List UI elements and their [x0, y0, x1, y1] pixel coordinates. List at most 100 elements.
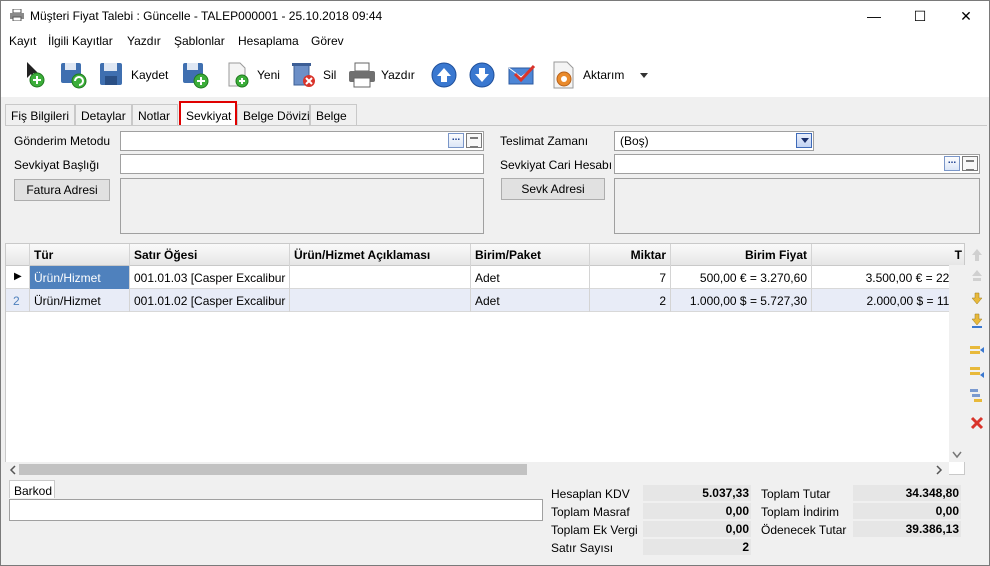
gonderim-metodu-input[interactable] — [120, 131, 484, 151]
header-birim-paket[interactable]: Birim/Paket — [471, 244, 590, 266]
chevron-left-icon[interactable] — [7, 464, 19, 476]
delete-button[interactable]: Sil — [289, 59, 336, 91]
close-button[interactable]: ✕ — [943, 1, 989, 31]
cell-miktar[interactable]: 7 — [590, 266, 671, 289]
header-miktar[interactable]: Miktar — [590, 244, 671, 266]
line-items-grid: Tür Satır Öğesi Ürün/Hizmet Açıklaması B… — [5, 243, 965, 475]
toplam-ek-vergi-label: Toplam Ek Vergi — [551, 523, 638, 537]
header-satir-ogesi[interactable]: Satır Öğesi — [130, 244, 290, 266]
toplam-masraf-label: Toplam Masraf — [551, 505, 630, 519]
chevron-right-icon[interactable] — [933, 464, 945, 476]
save-button[interactable]: Kaydet — [97, 59, 168, 91]
hesaplan-kdv-label: Hesaplan KDV — [551, 487, 630, 501]
move-down-button[interactable] — [467, 59, 497, 91]
menu-gorev[interactable]: Görev — [311, 34, 344, 48]
gonderim-metodu-detail-icon[interactable] — [466, 133, 482, 148]
transfer-button[interactable]: Aktarım — [549, 59, 624, 91]
maximize-button[interactable]: ☐ — [897, 1, 943, 31]
fatura-adresi-button[interactable]: Fatura Adresi — [14, 179, 110, 201]
delete-row-icon[interactable] — [969, 415, 985, 431]
cell-miktar[interactable]: 2 — [590, 289, 671, 312]
sevkiyat-cari-hesabi-input[interactable] — [614, 154, 980, 174]
move-bottom-icon[interactable] — [969, 313, 985, 329]
copy-row-icon[interactable] — [969, 387, 985, 403]
cell-birim-fiyat[interactable]: 500,00 € = 3.270,60 — [671, 266, 812, 289]
save-icon — [100, 63, 122, 85]
cursor-add-icon — [27, 62, 45, 88]
move-top-icon[interactable] — [969, 247, 985, 263]
minimize-button[interactable]: — — [851, 1, 897, 31]
grid-header: Tür Satır Öğesi Ürün/Hizmet Açıklaması B… — [6, 244, 964, 266]
sevkiyat-cari-detail-icon[interactable] — [962, 156, 978, 171]
barkod-tab[interactable]: Barkod — [9, 480, 55, 498]
window-title: Müşteri Fiyat Talebi : Güncelle - TALEP0… — [30, 9, 383, 23]
save-new-button[interactable] — [181, 59, 211, 91]
header-birim-fiyat[interactable]: Birim Fiyat — [671, 244, 812, 266]
teslimat-zamani-select[interactable]: (Boş) — [614, 131, 814, 151]
cell-aciklama[interactable] — [290, 289, 471, 312]
save-label: Kaydet — [131, 68, 169, 82]
menu-yazdir[interactable]: Yazdır — [127, 34, 161, 48]
barkod-input[interactable] — [9, 499, 543, 521]
sevkiyat-panel: Gönderim Metodu ... Sevkiyat Başlığı Fat… — [5, 125, 987, 237]
horizontal-scroll-thumb[interactable] — [19, 464, 527, 475]
new-document-icon — [228, 62, 249, 88]
vertical-scrollbar[interactable] — [949, 265, 965, 462]
tab-belge[interactable]: Belge — [310, 104, 357, 126]
transfer-dropdown-button[interactable] — [639, 59, 649, 91]
horizontal-scrollbar[interactable] — [5, 462, 949, 477]
menu-sablonlar[interactable]: Şablonlar — [174, 34, 225, 48]
fatura-adresi-textarea[interactable] — [120, 178, 484, 234]
menu-ilgili-kayitlar[interactable]: İlgili Kayıtlar — [48, 34, 113, 48]
save-refresh-button[interactable] — [59, 59, 89, 91]
satir-sayisi-value: 2 — [643, 539, 751, 555]
cell-tur[interactable]: Ürün/Hizmet — [30, 289, 130, 312]
move-down-icon[interactable] — [969, 291, 985, 307]
move-up-icon[interactable] — [969, 267, 985, 283]
move-up-button[interactable] — [429, 59, 459, 91]
cell-satir-ogesi[interactable]: 001.01.03 [Casper Excalibur ... — [130, 266, 290, 289]
header-indicator — [6, 244, 30, 266]
insert-row-icon[interactable] — [969, 343, 985, 359]
cell-birim[interactable]: Adet — [471, 266, 590, 289]
tab-belge-dovizi[interactable]: Belge Dövizi — [237, 104, 310, 126]
tab-notlar[interactable]: Notlar — [132, 104, 178, 126]
sevk-adresi-button[interactable]: Sevk Adresi — [501, 178, 605, 200]
save-add-icon — [183, 63, 209, 89]
header-tur[interactable]: Tür — [30, 244, 130, 266]
menu-hesaplama[interactable]: Hesaplama — [238, 34, 299, 48]
sevkiyat-cari-lookup-button[interactable]: ... — [944, 156, 960, 171]
table-row[interactable]: ▶ Ürün/Hizmet 001.01.03 [Casper Excalibu… — [6, 266, 964, 289]
sevk-adresi-textarea[interactable] — [614, 178, 980, 234]
gonderim-metodu-label: Gönderim Metodu — [14, 134, 111, 148]
print-button[interactable]: Yazdır — [347, 59, 415, 91]
cell-satir-ogesi[interactable]: 001.01.02 [Casper Excalibur ... — [130, 289, 290, 312]
cell-birim-fiyat[interactable]: 1.000,00 $ = 5.727,30 — [671, 289, 812, 312]
teslimat-zamani-label: Teslimat Zamanı — [500, 134, 589, 148]
mail-check-icon — [508, 64, 536, 85]
header-toplam[interactable]: T — [812, 244, 964, 266]
approve-button[interactable] — [507, 59, 537, 91]
gonderim-metodu-lookup-button[interactable]: ... — [448, 133, 464, 148]
menu-kayit[interactable]: Kayıt — [9, 34, 36, 48]
menu-bar: Kayıt İlgili Kayıtlar Yazdır Şablonlar H… — [1, 31, 989, 51]
toplam-indirim-label: Toplam İndirim — [761, 505, 840, 519]
new-button[interactable]: Yeni — [223, 59, 280, 91]
tab-fis-bilgileri[interactable]: Fiş Bilgileri — [5, 104, 75, 126]
new-record-button[interactable] — [23, 59, 53, 91]
cell-toplam[interactable]: 2.000,00 $ = 11.45 — [812, 289, 964, 312]
sevkiyat-basligi-input[interactable] — [120, 154, 484, 174]
app-window: Müşteri Fiyat Talebi : Güncelle - TALEP0… — [0, 0, 990, 566]
scroll-down-arrow[interactable] — [949, 447, 965, 462]
cell-tur[interactable]: Ürün/Hizmet — [30, 266, 130, 289]
insert-row-below-icon[interactable] — [969, 365, 985, 381]
cell-toplam[interactable]: 3.500,00 € = 22.89 — [812, 266, 964, 289]
table-row[interactable]: 2 Ürün/Hizmet 001.01.02 [Casper Excalibu… — [6, 289, 964, 312]
row-number: 2 — [6, 289, 30, 312]
tab-sevkiyat[interactable]: Sevkiyat — [179, 101, 237, 127]
cell-birim[interactable]: Adet — [471, 289, 590, 312]
cell-aciklama[interactable] — [290, 266, 471, 289]
teslimat-zamani-dropdown-icon[interactable] — [796, 133, 812, 148]
tab-detaylar[interactable]: Detaylar — [75, 104, 132, 126]
header-aciklama[interactable]: Ürün/Hizmet Açıklaması — [290, 244, 471, 266]
